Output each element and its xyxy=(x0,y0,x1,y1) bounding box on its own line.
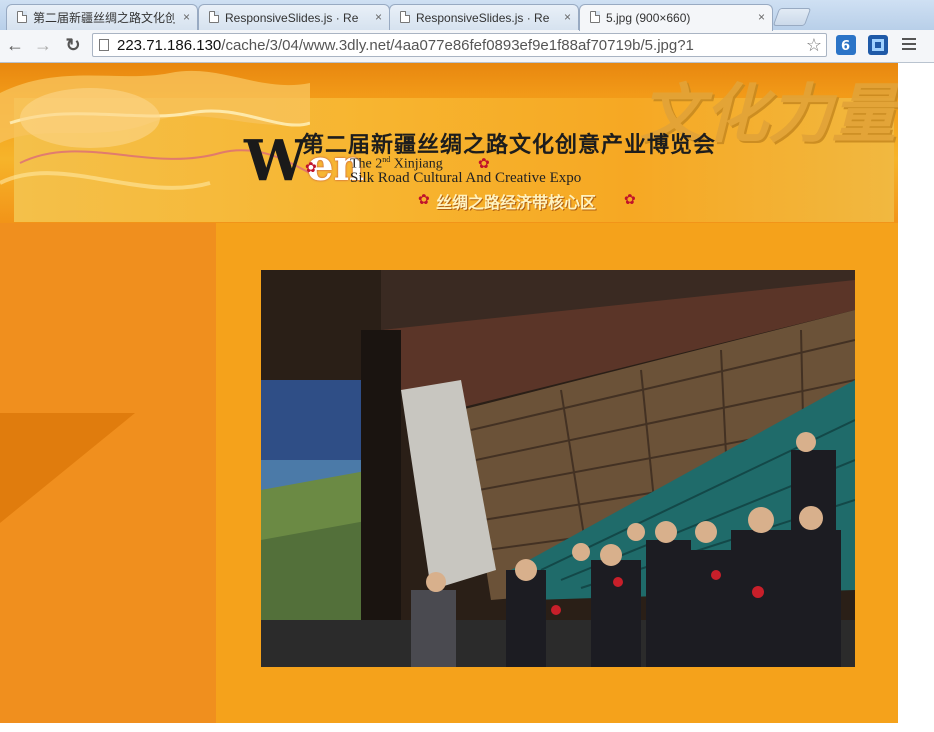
page-margin-right xyxy=(898,63,934,732)
flower-icon: ✿ xyxy=(305,159,317,175)
close-icon[interactable]: × xyxy=(564,10,571,24)
back-arrow-icon[interactable]: ← xyxy=(4,34,26,56)
new-tab-button[interactable] xyxy=(772,8,812,26)
svg-text:6: 6 xyxy=(841,39,850,54)
reload-icon[interactable]: ↻ xyxy=(62,34,84,56)
expo-banner: 文化力量 Wen 第二届新疆丝绸之路文化创意产业博览会 ✿ ✿ The 2nd … xyxy=(0,63,898,223)
close-icon[interactable]: × xyxy=(183,10,190,24)
flower-icon: ✿ xyxy=(418,191,430,207)
page-margin-bottom xyxy=(0,723,898,732)
browser-toolbar: ← → ↻ 223.71.186.130/cache/3/04/www.3dly… xyxy=(0,30,934,63)
tab-title: 第二届新疆丝绸之路文化创 xyxy=(33,11,175,25)
tab-image-active[interactable]: 5.jpg (900×660) × xyxy=(579,4,773,31)
flower-icon: ✿ xyxy=(624,191,636,207)
image-viewer: 文化力量 Wen 第二届新疆丝绸之路文化创意产业博览会 ✿ ✿ The 2nd … xyxy=(0,63,898,723)
url-host: 223.71.186.130 xyxy=(117,37,222,54)
tab-responsiveslides-1[interactable]: ResponsiveSlides.js · Re × xyxy=(198,4,390,30)
forward-arrow-icon[interactable]: → xyxy=(32,34,54,56)
extension-icon-square[interactable] xyxy=(868,35,888,55)
expo-title-english-line2: Silk Road Cultural And Creative Expo xyxy=(350,170,582,186)
tab-title: ResponsiveSlides.js · Re xyxy=(225,11,359,25)
left-decor-triangle xyxy=(0,413,135,523)
page-icon xyxy=(590,11,600,23)
extension-icon-blue[interactable]: 6 xyxy=(836,35,856,55)
url-path: /cache/3/04/www.3dly.net/4aa077e86fef089… xyxy=(221,37,694,54)
tab-expo[interactable]: 第二届新疆丝绸之路文化创 × xyxy=(6,4,198,30)
close-icon[interactable]: × xyxy=(758,10,765,24)
logo-letter: W xyxy=(244,128,307,194)
close-icon[interactable]: × xyxy=(375,10,382,24)
tab-title: ResponsiveSlides.js · Re xyxy=(416,11,550,25)
url-text[interactable]: 223.71.186.130/cache/3/04/www.3dly.net/4… xyxy=(117,37,694,55)
page-icon xyxy=(209,11,219,23)
theatre-photo xyxy=(261,270,855,667)
address-bar[interactable]: 223.71.186.130/cache/3/04/www.3dly.net/4… xyxy=(92,33,827,57)
bookmark-star-icon[interactable]: ☆ xyxy=(806,34,822,56)
page-icon xyxy=(99,39,109,51)
tab-strip: 第二届新疆丝绸之路文化创 × ResponsiveSlides.js · Re … xyxy=(0,0,934,31)
tab-responsiveslides-2[interactable]: ResponsiveSlides.js · Re × xyxy=(389,4,579,30)
page-icon xyxy=(400,11,410,23)
tab-title: 5.jpg (900×660) xyxy=(606,11,691,25)
menu-icon[interactable] xyxy=(902,38,916,53)
page-icon xyxy=(17,11,27,23)
expo-subtitle-chinese: 丝绸之路经济带核心区 xyxy=(436,195,597,212)
